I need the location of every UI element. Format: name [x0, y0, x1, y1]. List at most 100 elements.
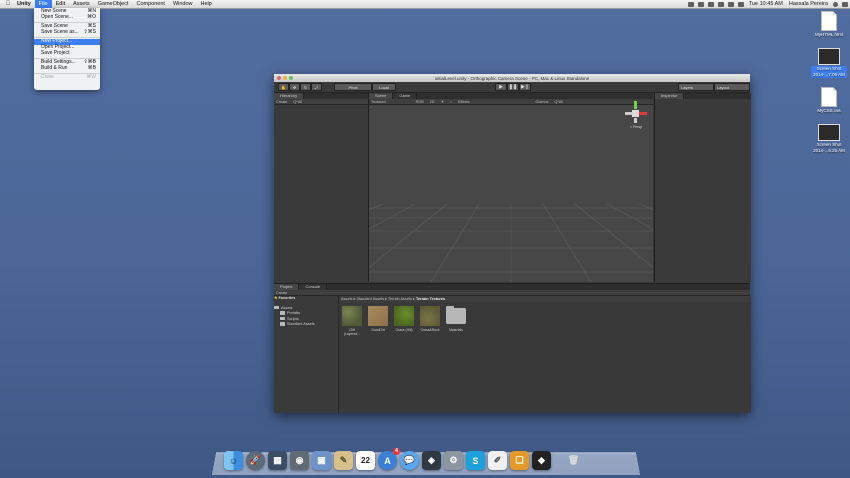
window-titlebar[interactable]: initialLevel.unity - Orthographic Camera…: [274, 74, 750, 82]
notes-icon[interactable]: ✎: [334, 451, 353, 470]
window-title: initialLevel.unity - Orthographic Camera…: [434, 75, 590, 81]
finder-icon[interactable]: ☺: [224, 451, 243, 470]
menu-edit[interactable]: Edit: [52, 0, 69, 8]
render-mode-dropdown[interactable]: Textured: [371, 100, 386, 104]
skype-icon[interactable]: S: [466, 451, 485, 470]
screenshot-thumbnail-icon: [818, 124, 840, 141]
asset-grid: Cliff (Layered... GoodDirt Grass (Hill) …: [339, 302, 751, 340]
pivot-toggle[interactable]: Pivot: [334, 83, 372, 91]
time-machine-icon[interactable]: [707, 1, 714, 7]
asset-tile[interactable]: GoodDirt: [368, 306, 388, 336]
menu-help[interactable]: Help: [197, 0, 216, 8]
textedit-icon[interactable]: ✐: [488, 451, 507, 470]
volume-icon[interactable]: [727, 1, 734, 7]
menu-file[interactable]: File: [34, 0, 52, 8]
scene-grid: [369, 203, 653, 282]
tab-hierarchy[interactable]: Hierarchy: [274, 93, 305, 99]
step-icon[interactable]: ▶❙: [519, 83, 531, 91]
menu-gameobject[interactable]: GameObject: [94, 0, 133, 8]
asset-tile[interactable]: Materials: [446, 306, 466, 336]
asset-label: Grass (Hill): [395, 328, 413, 332]
system-preferences-icon[interactable]: ⚙: [444, 451, 463, 470]
trash-icon[interactable]: 🗑: [564, 451, 583, 470]
pause-icon[interactable]: ❚❚: [507, 83, 519, 91]
tree-item-favorites[interactable]: ★ Favorites: [274, 296, 336, 302]
inspector-panel: Inspector: [654, 93, 751, 282]
tab-inspector[interactable]: Inspector: [655, 93, 685, 99]
wifi-icon[interactable]: [717, 1, 724, 7]
hierarchy-create-button[interactable]: Create: [276, 100, 287, 104]
menu-item-save-project[interactable]: Save Project: [34, 50, 100, 57]
breadcrumb-standard-assets[interactable]: Standard Assets: [356, 297, 384, 301]
menu-assets[interactable]: Assets: [69, 0, 94, 8]
desktop-file-css[interactable]: MyCSS.css: [811, 87, 847, 114]
app-store-icon[interactable]: A 4: [378, 448, 400, 470]
scene-view[interactable]: Scene Game Textured RGB 2D ☀ ♪ Effects G…: [369, 93, 653, 282]
color-mode-dropdown[interactable]: RGB: [416, 100, 424, 104]
menu-clock[interactable]: Tue 10:45 AM: [746, 1, 786, 7]
layers-dropdown[interactable]: Layers: [678, 83, 714, 91]
notification-center-icon[interactable]: [842, 1, 848, 7]
menu-item-close: Close ⌘W: [41, 74, 96, 81]
asset-tile[interactable]: Grass (Hill): [394, 306, 414, 336]
asset-tile[interactable]: Grass&Rock: [420, 306, 440, 336]
css-document-icon: [821, 87, 837, 107]
spotlight-icon[interactable]: [833, 1, 838, 7]
menu-item-build-run[interactable]: Build & Run ⌘B: [34, 65, 100, 72]
breadcrumb-terrain-textures[interactable]: Terrain Textures: [416, 297, 445, 301]
breadcrumb-assets[interactable]: Assets: [341, 297, 352, 301]
texture-thumbnail: [342, 306, 362, 326]
2d-toggle[interactable]: 2D: [430, 100, 435, 104]
move-tool-icon[interactable]: ✥: [289, 83, 300, 91]
folder-icon: [446, 306, 466, 324]
scale-tool-icon[interactable]: ⤢: [311, 83, 322, 91]
preview-icon[interactable]: ▣: [312, 451, 331, 470]
project-create-button[interactable]: Create: [276, 291, 287, 295]
file-label: 2014-...7.06 AM: [811, 72, 847, 78]
persp-label: < Persp: [629, 125, 643, 129]
layout-dropdown[interactable]: Layout: [714, 83, 750, 91]
image-capture-icon[interactable]: ◉: [290, 451, 309, 470]
menu-unity[interactable]: Unity: [13, 0, 35, 8]
photo-icon[interactable]: ◈: [422, 451, 441, 470]
asset-label: GoodDirt: [371, 328, 385, 332]
battery-icon[interactable]: [737, 1, 744, 7]
desktop-file-screenshot-1[interactable]: Screen Shot 2014-...7.06 AM: [811, 48, 847, 78]
audio-toggle-icon[interactable]: ♪: [450, 100, 452, 104]
scene-search-input[interactable]: Q*All: [554, 100, 563, 104]
gizmos-dropdown[interactable]: Gizmos: [536, 100, 549, 104]
play-icon[interactable]: ▶: [495, 83, 507, 91]
desktop-file-screenshot-2[interactable]: Screen Shot 2014-...5.25 AM: [811, 124, 847, 154]
status-icon[interactable]: [687, 1, 694, 7]
menu-window[interactable]: Window: [169, 0, 197, 8]
unity-icon[interactable]: ◆: [532, 451, 551, 470]
photos-book-icon[interactable]: ❏: [510, 451, 529, 470]
apple-menu-icon[interactable]: : [3, 1, 13, 7]
hand-tool-icon[interactable]: ✋: [278, 83, 289, 91]
inspector-tabs: Inspector: [655, 93, 751, 99]
menu-item-save-scene-as[interactable]: Save Scene as... ⇧⌘S: [34, 29, 100, 36]
tab-scene[interactable]: Scene: [369, 93, 394, 99]
tab-game[interactable]: Game: [393, 93, 418, 99]
asset-tile[interactable]: Cliff (Layered...: [342, 306, 362, 336]
file-label: 2014-...5.25 AM: [813, 148, 845, 153]
rotate-tool-icon[interactable]: ↻: [300, 83, 311, 91]
app-store-badge: 4: [393, 448, 400, 455]
launchpad-icon[interactable]: 🚀: [246, 451, 265, 470]
transform-tools: ✋ ✥ ↻ ⤢: [278, 83, 322, 91]
scene-gizmo[interactable]: < Persp: [625, 101, 647, 131]
menu-item-open-scene[interactable]: Open Scene... ⌘O: [34, 14, 100, 21]
hierarchy-search-input[interactable]: Q*All: [293, 100, 302, 104]
local-toggle[interactable]: Local: [372, 83, 396, 91]
breadcrumb-terrain-assets[interactable]: Terrain Assets: [388, 297, 412, 301]
menu-user[interactable]: Hassala Pereira: [786, 1, 831, 7]
calendar-icon[interactable]: 22: [356, 451, 375, 470]
menu-component[interactable]: Component: [133, 0, 169, 8]
dock-icons: ☺ 🚀 ▦ ◉ ▣ ✎ 22 A 4 💬 ◈ ⚙ S ✐ ❏ ◆ 🗑: [224, 448, 583, 470]
effects-dropdown[interactable]: Effects: [458, 100, 470, 104]
desktop-file-html[interactable]: MyHTML.html: [811, 11, 847, 38]
bluetooth-icon[interactable]: [697, 1, 704, 7]
tree-item-standard-assets[interactable]: Standard Assets: [274, 322, 336, 328]
messages-icon[interactable]: 💬: [400, 451, 419, 470]
mission-control-icon[interactable]: ▦: [268, 451, 287, 470]
